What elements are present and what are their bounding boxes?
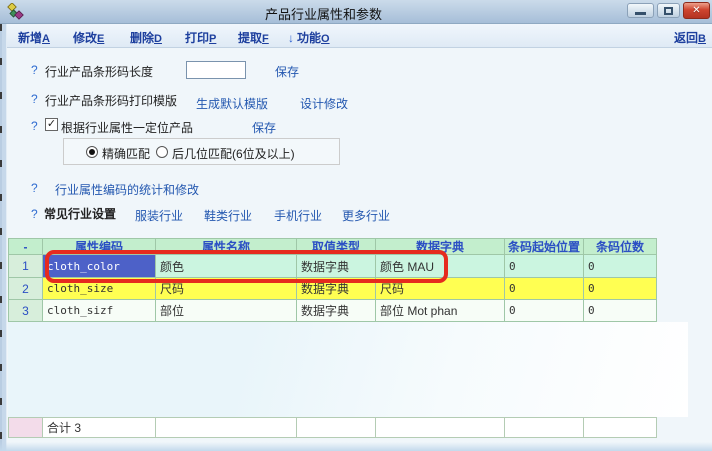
row-number[interactable]: 2	[9, 278, 43, 300]
cell-barcode-start[interactable]: 0	[505, 278, 584, 300]
suffix-match-label: 后几位匹配(6位及以上)	[172, 145, 295, 162]
cell-barcode-start[interactable]: 0	[505, 255, 584, 278]
exact-match-radio[interactable]	[86, 146, 98, 158]
cell-barcode-digits[interactable]: 0	[584, 300, 657, 322]
industry-link-mobile[interactable]: 手机行业	[274, 207, 322, 224]
toolbar-delete-button[interactable]: 删除D	[130, 29, 162, 46]
toolbar-add-button[interactable]: 新增A	[18, 29, 50, 46]
title-bar: 产品行业属性和参数 ✕	[0, 0, 712, 24]
cell-attribute-name[interactable]: 颜色	[156, 255, 297, 278]
exact-match-label: 精确匹配	[102, 145, 150, 162]
toolbar-print-button[interactable]: 打印P	[185, 29, 216, 46]
toolbar-back-button[interactable]: 返回B	[674, 29, 706, 46]
summary-empty-cell	[376, 418, 505, 438]
down-arrow-icon: ↓	[288, 31, 294, 45]
column-header[interactable]: 数据字典	[376, 239, 505, 255]
generate-template-link[interactable]: 生成默认模版	[196, 95, 268, 112]
common-industry-label: 常见行业设置	[44, 205, 116, 222]
column-header[interactable]: 属性名称	[156, 239, 297, 255]
column-header[interactable]: 属性编码	[43, 239, 156, 255]
attributes-table: - 属性编码 属性名称 取值类型 数据字典 条码起始位置 条码位数 1 clot…	[8, 238, 657, 322]
help-icon[interactable]: ?	[31, 92, 38, 106]
maximize-button[interactable]	[657, 3, 680, 18]
help-icon[interactable]: ?	[31, 119, 38, 133]
design-modify-link[interactable]: 设计修改	[300, 95, 348, 112]
window-left-edge	[0, 24, 7, 451]
background-window-fragment	[0, 24, 2, 451]
window-bottom-edge	[0, 442, 712, 451]
cell-barcode-digits[interactable]: 0	[584, 255, 657, 278]
cell-attribute-name[interactable]: 尺码	[156, 278, 297, 300]
cell-attribute-code[interactable]: cloth_size	[43, 278, 156, 300]
minimize-button[interactable]	[627, 3, 654, 18]
suffix-match-radio[interactable]	[156, 146, 168, 158]
cell-data-dict[interactable]: 颜色 MAU	[376, 255, 505, 278]
help-icon[interactable]: ?	[31, 63, 38, 77]
barcode-template-label: 行业产品条形码打印模版	[45, 92, 177, 109]
content-background	[8, 322, 688, 417]
column-header[interactable]: 条码位数	[584, 239, 657, 255]
window-title: 产品行业属性和参数	[30, 4, 617, 23]
summary-marker-cell	[9, 418, 43, 438]
cell-value-type[interactable]: 数据字典	[297, 278, 376, 300]
summary-empty-cell	[505, 418, 584, 438]
row-number[interactable]: 1	[9, 255, 43, 278]
summary-total-cell: 合计 3	[43, 418, 156, 438]
cell-data-dict[interactable]: 尺码	[376, 278, 505, 300]
row-number[interactable]: 3	[9, 300, 43, 322]
cell-data-dict[interactable]: 部位 Mot phan	[376, 300, 505, 322]
cell-attribute-code[interactable]: cloth_color	[43, 255, 156, 278]
industry-link-shoes[interactable]: 鞋类行业	[204, 207, 252, 224]
cell-attribute-code[interactable]: cloth_sizf	[43, 300, 156, 322]
summary-empty-cell	[156, 418, 297, 438]
locate-product-label: 根据行业属性一定位产品	[61, 119, 193, 136]
toolbar-extract-button[interactable]: 提取F	[238, 29, 269, 46]
match-options-group: 精确匹配 后几位匹配(6位及以上)	[63, 138, 340, 165]
column-header[interactable]: 条码起始位置	[505, 239, 584, 255]
cell-attribute-name[interactable]: 部位	[156, 300, 297, 322]
summary-empty-cell	[297, 418, 376, 438]
column-header[interactable]: 取值类型	[297, 239, 376, 255]
toolbar-function-button[interactable]: ↓功能O	[288, 29, 330, 46]
locate-product-save-link[interactable]: 保存	[252, 119, 276, 136]
close-button[interactable]: ✕	[683, 2, 710, 19]
app-icon	[7, 3, 24, 20]
cell-value-type[interactable]: 数据字典	[297, 255, 376, 278]
column-header[interactable]: -	[9, 239, 43, 255]
attribute-stats-link[interactable]: 行业属性编码的统计和修改	[55, 181, 199, 198]
app-window: 产品行业属性和参数 ✕ 新增A 修改E 删除D 打印P 提取F ↓功能O 返回B…	[0, 0, 712, 451]
maximize-icon	[664, 7, 673, 15]
industry-link-more[interactable]: 更多行业	[342, 207, 390, 224]
toolbar-edit-button[interactable]: 修改E	[73, 29, 104, 46]
cell-barcode-digits[interactable]: 0	[584, 278, 657, 300]
barcode-length-label: 行业产品条形码长度	[45, 63, 153, 80]
cell-barcode-start[interactable]: 0	[505, 300, 584, 322]
help-icon[interactable]: ?	[31, 181, 38, 195]
cell-value-type[interactable]: 数据字典	[297, 300, 376, 322]
summary-row: 合计 3	[8, 417, 657, 438]
help-icon[interactable]: ?	[31, 207, 38, 221]
close-icon: ✕	[692, 5, 700, 16]
minimize-icon	[635, 12, 646, 15]
barcode-length-input[interactable]	[186, 61, 246, 79]
barcode-length-save-link[interactable]: 保存	[275, 63, 299, 80]
toolbar: 新增A 修改E 删除D 打印P 提取F ↓功能O 返回B	[0, 24, 712, 48]
summary-empty-cell	[584, 418, 657, 438]
industry-link-clothing[interactable]: 服装行业	[135, 207, 183, 224]
locate-product-checkbox[interactable]: ✓	[45, 118, 58, 131]
